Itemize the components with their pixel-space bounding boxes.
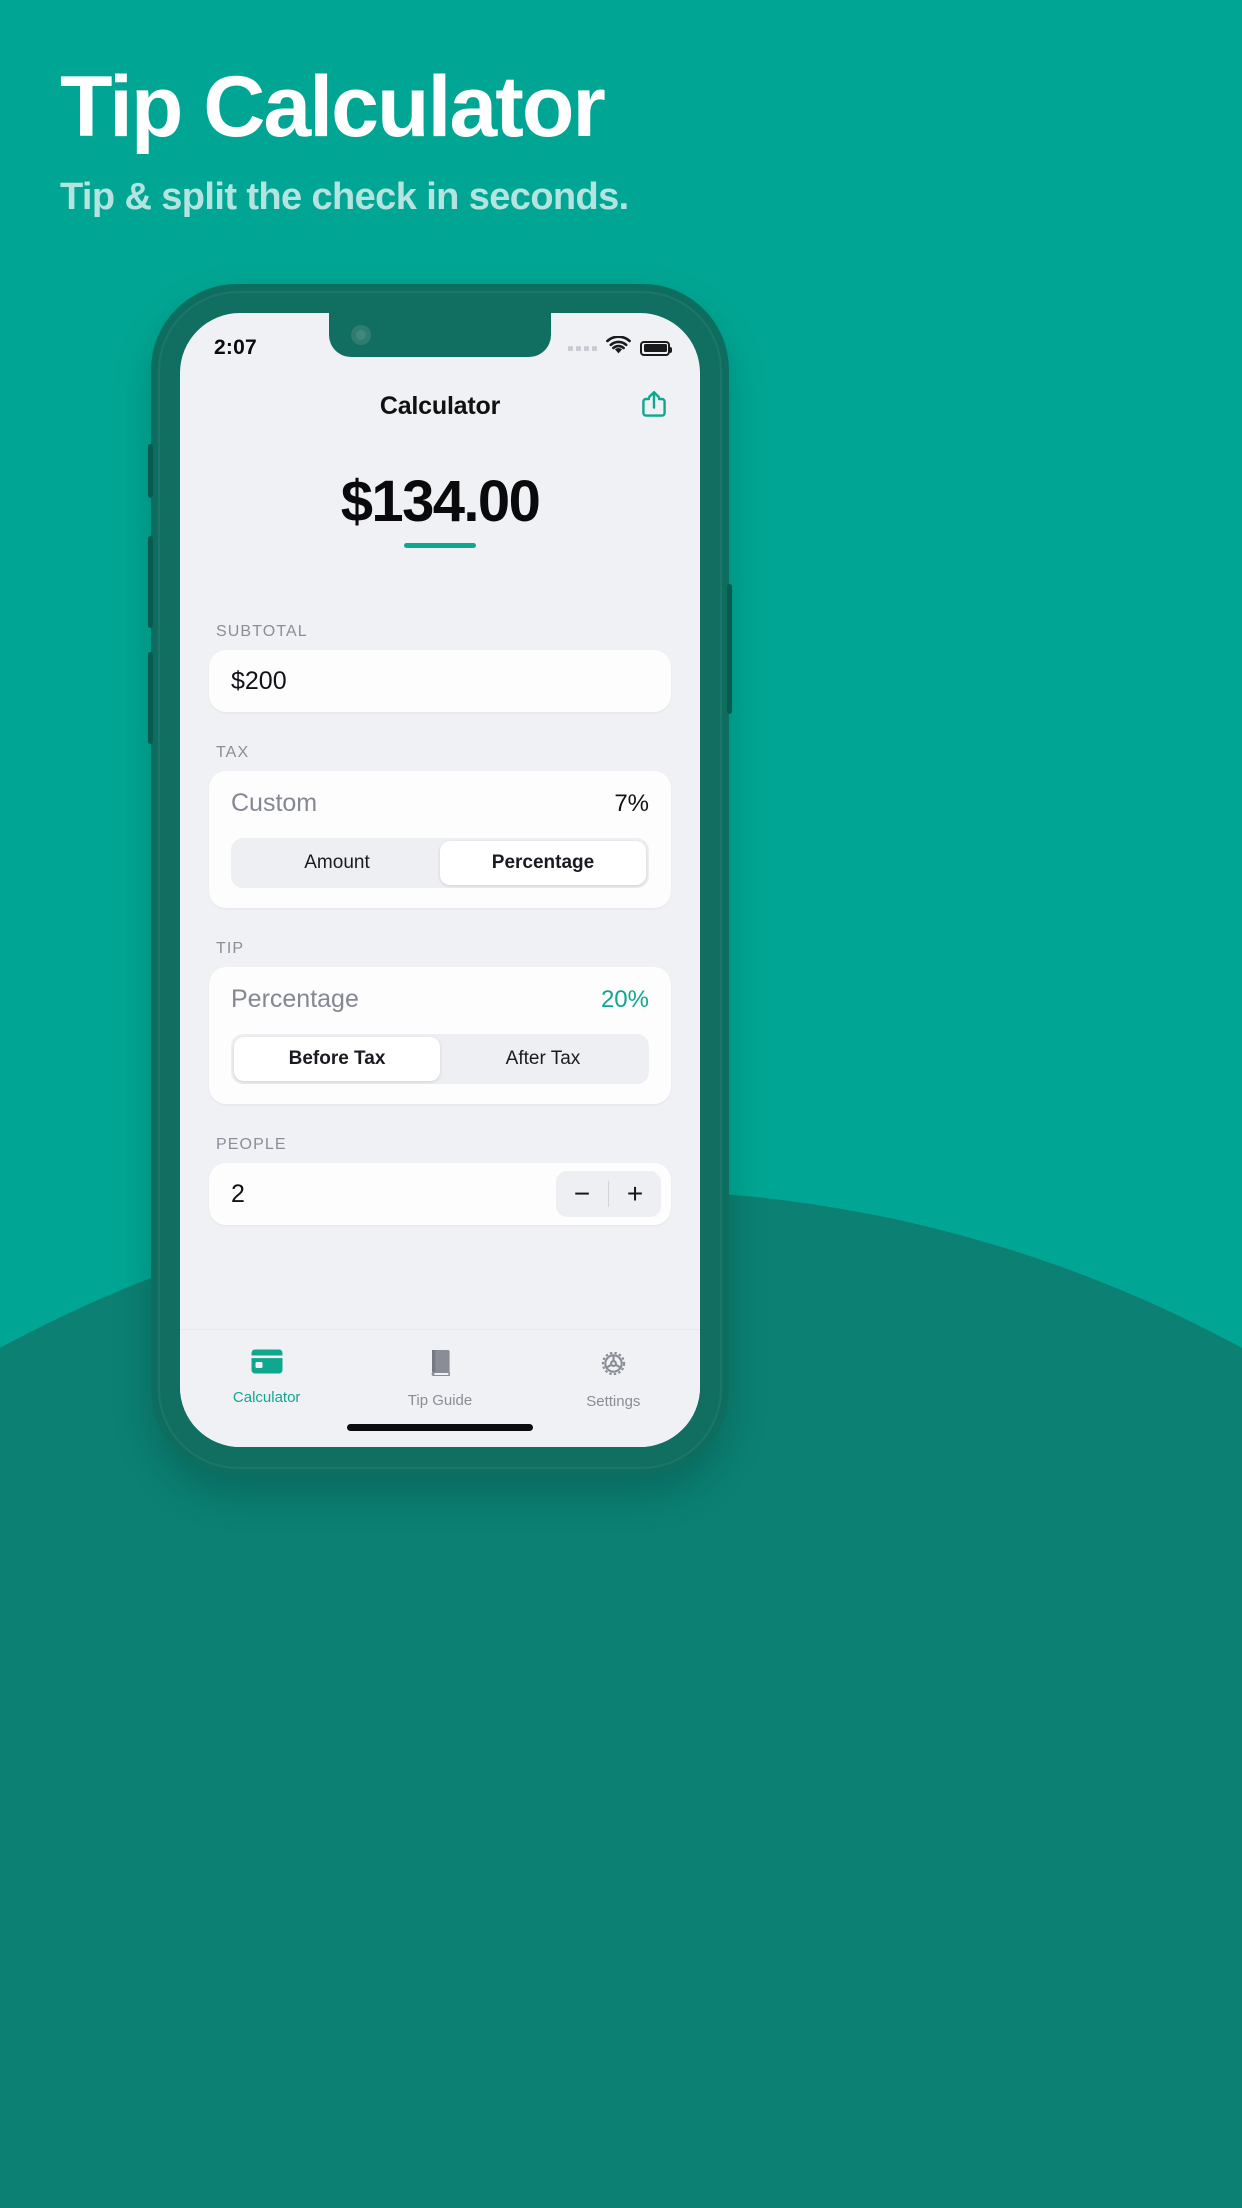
- tip-mode-label: Percentage: [231, 985, 359, 1013]
- people-decrement-button[interactable]: −: [556, 1171, 608, 1217]
- phone-screen: 2:07 Calculator $134.00 SUBTOTAL $200 TA…: [180, 313, 700, 1447]
- home-indicator[interactable]: [347, 1424, 533, 1431]
- mute-switch[interactable]: [148, 444, 153, 498]
- share-button[interactable]: [634, 386, 674, 426]
- volume-down-button[interactable]: [148, 652, 153, 744]
- subtotal-field[interactable]: $200: [209, 650, 671, 712]
- tip-section: TIP Percentage 20% Before Tax After Tax: [209, 940, 671, 1104]
- tax-value[interactable]: 7%: [614, 790, 649, 818]
- people-section: PEOPLE 2 − +: [209, 1136, 671, 1225]
- tax-segment-amount[interactable]: Amount: [234, 841, 440, 885]
- people-label: PEOPLE: [216, 1136, 287, 1153]
- gear-icon: [598, 1348, 629, 1384]
- wifi-icon: [606, 335, 631, 360]
- tab-label-tip-guide: Tip Guide: [407, 1392, 473, 1409]
- tab-tip-guide[interactable]: Tip Guide: [353, 1348, 526, 1409]
- tab-label-calculator: Calculator: [232, 1389, 301, 1406]
- front-camera: [351, 325, 371, 345]
- tip-card: Percentage 20% Before Tax After Tax: [209, 967, 671, 1104]
- people-stepper[interactable]: − +: [556, 1171, 661, 1217]
- tab-calculator[interactable]: Calculator: [180, 1348, 353, 1406]
- page-title: Tip Calculator: [60, 59, 606, 155]
- people-card: 2 − +: [209, 1163, 671, 1225]
- marketing-headline: Tip Calculator Tip & split the check in …: [60, 64, 1160, 219]
- total-underline: [404, 543, 476, 548]
- tax-section: TAX Custom 7% Amount Percentage: [209, 744, 671, 908]
- phone-mockup: 2:07 Calculator $134.00 SUBTOTAL $200 TA…: [148, 284, 732, 1476]
- total-display: $134.00: [180, 468, 700, 548]
- tab-settings[interactable]: Settings: [527, 1348, 700, 1410]
- tax-segmented-control[interactable]: Amount Percentage: [231, 838, 649, 888]
- signal-dots-icon: [568, 345, 597, 351]
- tab-label-settings: Settings: [586, 1393, 641, 1410]
- tax-segment-percentage[interactable]: Percentage: [440, 841, 646, 885]
- people-value[interactable]: 2: [231, 1180, 245, 1209]
- tip-value-row[interactable]: Percentage 20%: [231, 985, 649, 1014]
- status-time: 2:07: [214, 336, 257, 359]
- subtotal-input[interactable]: $200: [231, 667, 287, 696]
- tip-segment-after-tax[interactable]: After Tax: [440, 1037, 646, 1081]
- phone-notch: [329, 313, 551, 357]
- calculator-form: SUBTOTAL $200 TAX Custom 7% Amount Perce…: [180, 623, 700, 1225]
- tip-value[interactable]: 20%: [601, 986, 649, 1014]
- subtotal-section: SUBTOTAL $200: [209, 623, 671, 712]
- battery-icon: [640, 340, 672, 356]
- credit-card-icon: [250, 1348, 284, 1380]
- power-button[interactable]: [727, 584, 732, 714]
- share-icon: [640, 389, 668, 424]
- tax-card: Custom 7% Amount Percentage: [209, 771, 671, 908]
- subtotal-label: SUBTOTAL: [216, 623, 308, 640]
- tax-value-row[interactable]: Custom 7%: [231, 789, 649, 818]
- tip-segment-before-tax[interactable]: Before Tax: [234, 1037, 440, 1081]
- status-indicators: [568, 335, 672, 360]
- app-navigation-bar: Calculator: [180, 369, 700, 443]
- page-subtitle: Tip & split the check in seconds.: [60, 176, 629, 218]
- tip-segmented-control[interactable]: Before Tax After Tax: [231, 1034, 649, 1084]
- book-icon: [426, 1348, 454, 1383]
- volume-up-button[interactable]: [148, 536, 153, 628]
- tax-label: TAX: [216, 744, 250, 761]
- nav-title: Calculator: [379, 391, 501, 420]
- tip-label: TIP: [216, 940, 245, 957]
- people-increment-button[interactable]: +: [609, 1171, 661, 1217]
- total-amount: $134.00: [340, 469, 541, 534]
- tax-mode-label: Custom: [231, 789, 318, 817]
